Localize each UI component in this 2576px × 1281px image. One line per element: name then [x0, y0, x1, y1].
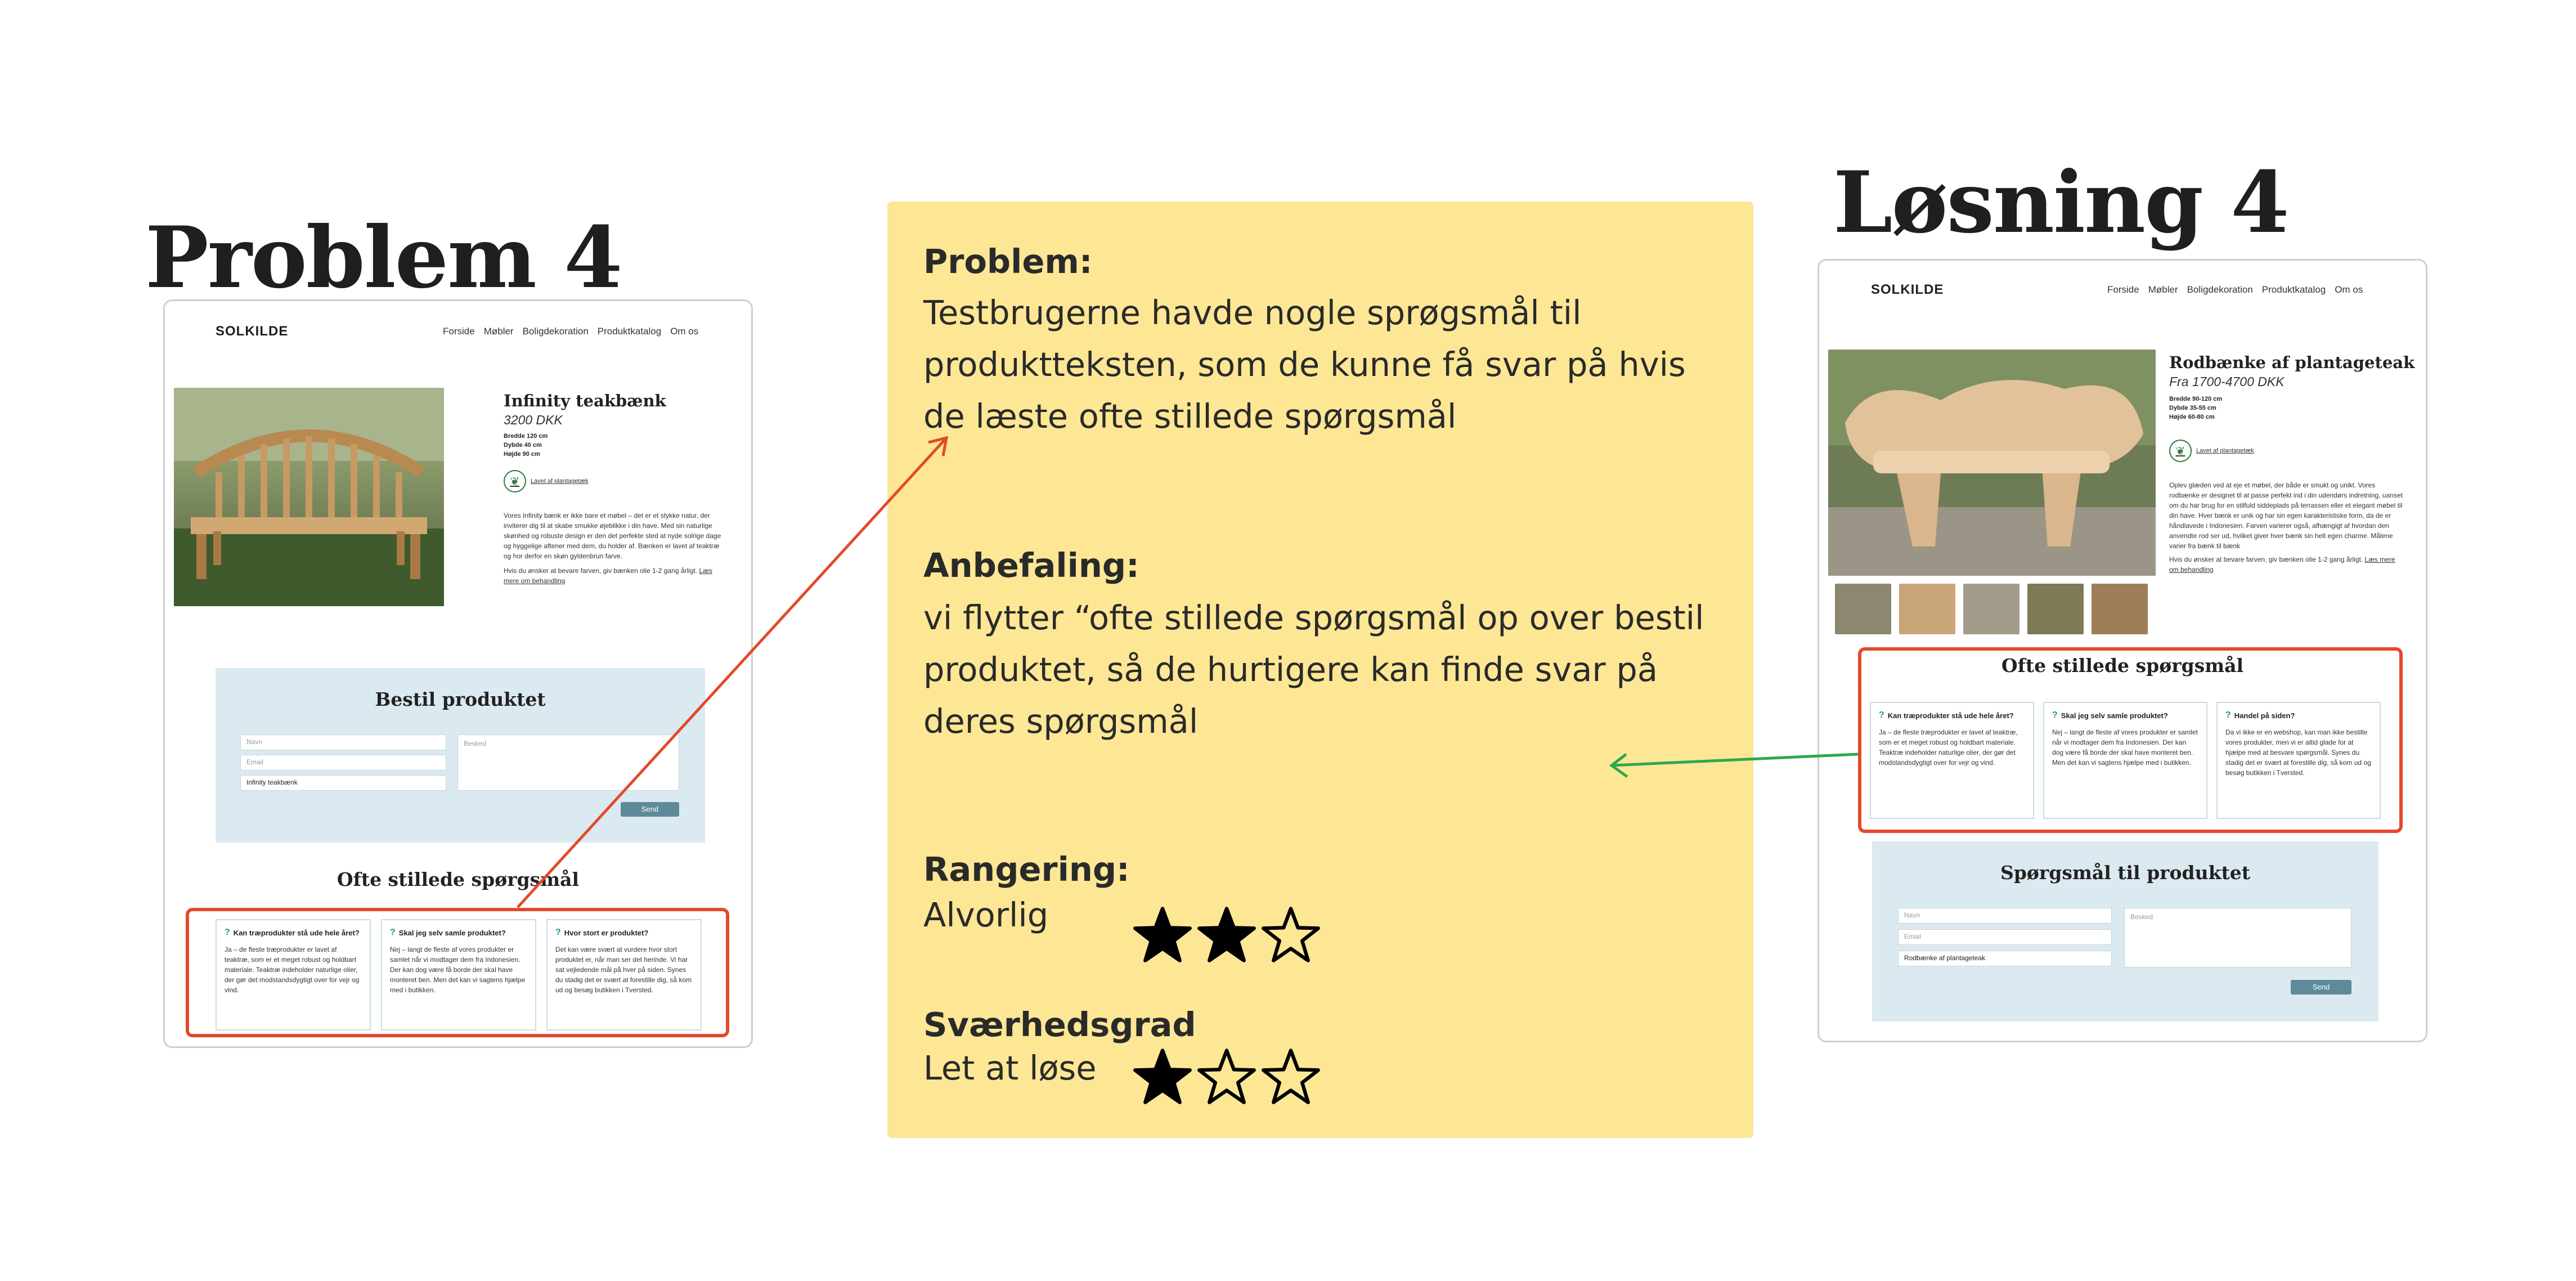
- recommendation-text: vi flytter “ofte stillede spørgsmål op o…: [923, 598, 1704, 741]
- problem-faq-highlight: [186, 908, 729, 1037]
- evaluation-note: Problem: Testbrugerne havde nogle sprøgs…: [887, 201, 1753, 1138]
- thumbnail-image[interactable]: [1899, 584, 1955, 634]
- empty-star-icon: [1262, 907, 1320, 962]
- send-button[interactable]: Send: [621, 802, 679, 817]
- filled-star-icon: [1133, 907, 1192, 962]
- dimension-height: Højde 90 cm: [504, 451, 540, 458]
- recommendation-label: Anbefaling:: [923, 546, 1139, 585]
- description-text: Oplev glæden ved at eje et møbel, der bå…: [2169, 481, 2403, 550]
- order-form-title: Bestil produktet: [375, 688, 546, 710]
- product-description: Vores Infinity bænk er ikke bare et møbe…: [504, 510, 724, 586]
- nav-item-produktkatalog[interactable]: Produktkatalog: [2262, 284, 2326, 295]
- dimension-width: Bredde 90-120 cm: [2169, 396, 2223, 402]
- product-photo: [174, 388, 444, 606]
- faq-title: Ofte stillede spørgsmål: [336, 868, 580, 890]
- nav-item-boligdekoration[interactable]: Boligdekoration: [2187, 284, 2253, 295]
- solution-faq-highlight: [1858, 647, 2403, 833]
- thumbnail-image[interactable]: [1835, 584, 1891, 634]
- thumbnail-image[interactable]: [1963, 584, 2019, 634]
- root-bench-illustration: [1828, 350, 2156, 576]
- nav-item-om-os[interactable]: Om os: [670, 326, 698, 337]
- solution-heading: Løsning 4: [1833, 153, 2290, 252]
- dimension-depth: Dybde 35-55 cm: [2169, 405, 2216, 411]
- send-button[interactable]: Send: [2291, 980, 2351, 995]
- nav-item-mobler[interactable]: Møbler: [484, 326, 514, 337]
- nav-item-om-os[interactable]: Om os: [2335, 284, 2363, 295]
- product-photo: [1828, 350, 2156, 576]
- product-title: Infinity teakbænk: [504, 391, 666, 410]
- rating-label: Rangering:: [923, 850, 1130, 889]
- product-dimensions: Bredde 90-120 cm Dybde 35-55 cm Højde 60…: [2169, 395, 2222, 422]
- name-field[interactable]: Navn: [1898, 908, 2112, 924]
- bench-illustration: [174, 388, 444, 606]
- filled-star-icon: [1197, 907, 1256, 962]
- rating-stars: [1133, 905, 1321, 965]
- order-form: Bestil produktet Navn Email Infinity tea…: [216, 668, 705, 843]
- email-field[interactable]: Email: [240, 755, 446, 771]
- empty-star-icon: [1197, 1049, 1256, 1104]
- site-logo: SOLKILDE: [1871, 282, 1944, 297]
- material-badge-row[interactable]: ❦ Lavet af plantagetæk: [504, 470, 589, 492]
- product-description: Oplev glæden ved at eje et møbel, der bå…: [2169, 480, 2404, 575]
- product-price: Fra 1700-4700 DKK: [2169, 374, 2285, 389]
- message-field[interactable]: Besked: [2124, 908, 2351, 968]
- description-text: Vores Infinity bænk er ikke bare et møbe…: [504, 512, 721, 560]
- contact-form-title: Spørgsmål til produktet: [2000, 862, 2250, 884]
- product-dimensions: Bredde 120 cm Dybde 40 cm Højde 90 cm: [504, 432, 547, 459]
- material-badge-row[interactable]: ❦ Lavet af plantagetæk: [2169, 440, 2254, 462]
- main-nav: Forside Møbler Boligdekoration Produktka…: [443, 326, 698, 337]
- nav-item-produktkatalog[interactable]: Produktkatalog: [598, 326, 661, 337]
- thumbnail-image[interactable]: [2092, 584, 2148, 634]
- leaf-icon: ❦: [2169, 440, 2192, 462]
- empty-star-icon: [1262, 1049, 1320, 1104]
- care-text: Hvis du ønsker at bevare farven, giv bæn…: [2169, 556, 2363, 563]
- leaf-icon: ❦: [504, 470, 526, 492]
- product-field[interactable]: Rodbænke af plantageteak: [1898, 951, 2112, 966]
- material-badge-label: Lavet af plantagetæk: [2196, 447, 2254, 454]
- nav-item-mobler[interactable]: Møbler: [2148, 284, 2178, 295]
- material-badge-label: Lavet af plantagetæk: [531, 478, 589, 485]
- filled-star-icon: [1133, 1049, 1192, 1104]
- dimension-height: Højde 60-80 cm: [2169, 414, 2215, 420]
- problem-text: Testbrugerne havde nogle sprøgsmål til p…: [923, 293, 1686, 436]
- nav-item-boligdekoration[interactable]: Boligdekoration: [523, 326, 589, 337]
- difficulty-value: Let at løse: [923, 1049, 1097, 1087]
- name-field[interactable]: Navn: [240, 734, 446, 750]
- thumbnail-strip: [1835, 584, 2150, 634]
- difficulty-label: Sværhedsgrad: [923, 1005, 1196, 1044]
- thumbnail-image[interactable]: [2027, 584, 2084, 634]
- nav-item-forside[interactable]: Forside: [443, 326, 475, 337]
- dimension-depth: Dybde 40 cm: [504, 442, 542, 449]
- site-logo: SOLKILDE: [216, 324, 289, 339]
- email-field[interactable]: Email: [1898, 929, 2112, 945]
- problem-heading: Problem 4: [145, 208, 622, 307]
- care-text: Hvis du ønsker at bevare farven, giv bæn…: [504, 567, 698, 575]
- main-nav: Forside Møbler Boligdekoration Produktka…: [2107, 284, 2363, 295]
- product-price: 3200 DKK: [504, 413, 563, 427]
- difficulty-stars: [1133, 1047, 1321, 1107]
- dimension-width: Bredde 120 cm: [504, 433, 548, 440]
- product-field[interactable]: Infinity teakbænk: [240, 775, 446, 791]
- nav-item-forside[interactable]: Forside: [2107, 284, 2139, 295]
- product-title: Rodbænke af plantageteak: [2169, 353, 2415, 372]
- problem-label: Problem:: [923, 242, 1093, 281]
- contact-form: Spørgsmål til produktet Navn Email Rodbæ…: [1872, 841, 2378, 1022]
- rating-value: Alvorlig: [923, 895, 1049, 934]
- message-field[interactable]: Besked: [457, 734, 679, 791]
